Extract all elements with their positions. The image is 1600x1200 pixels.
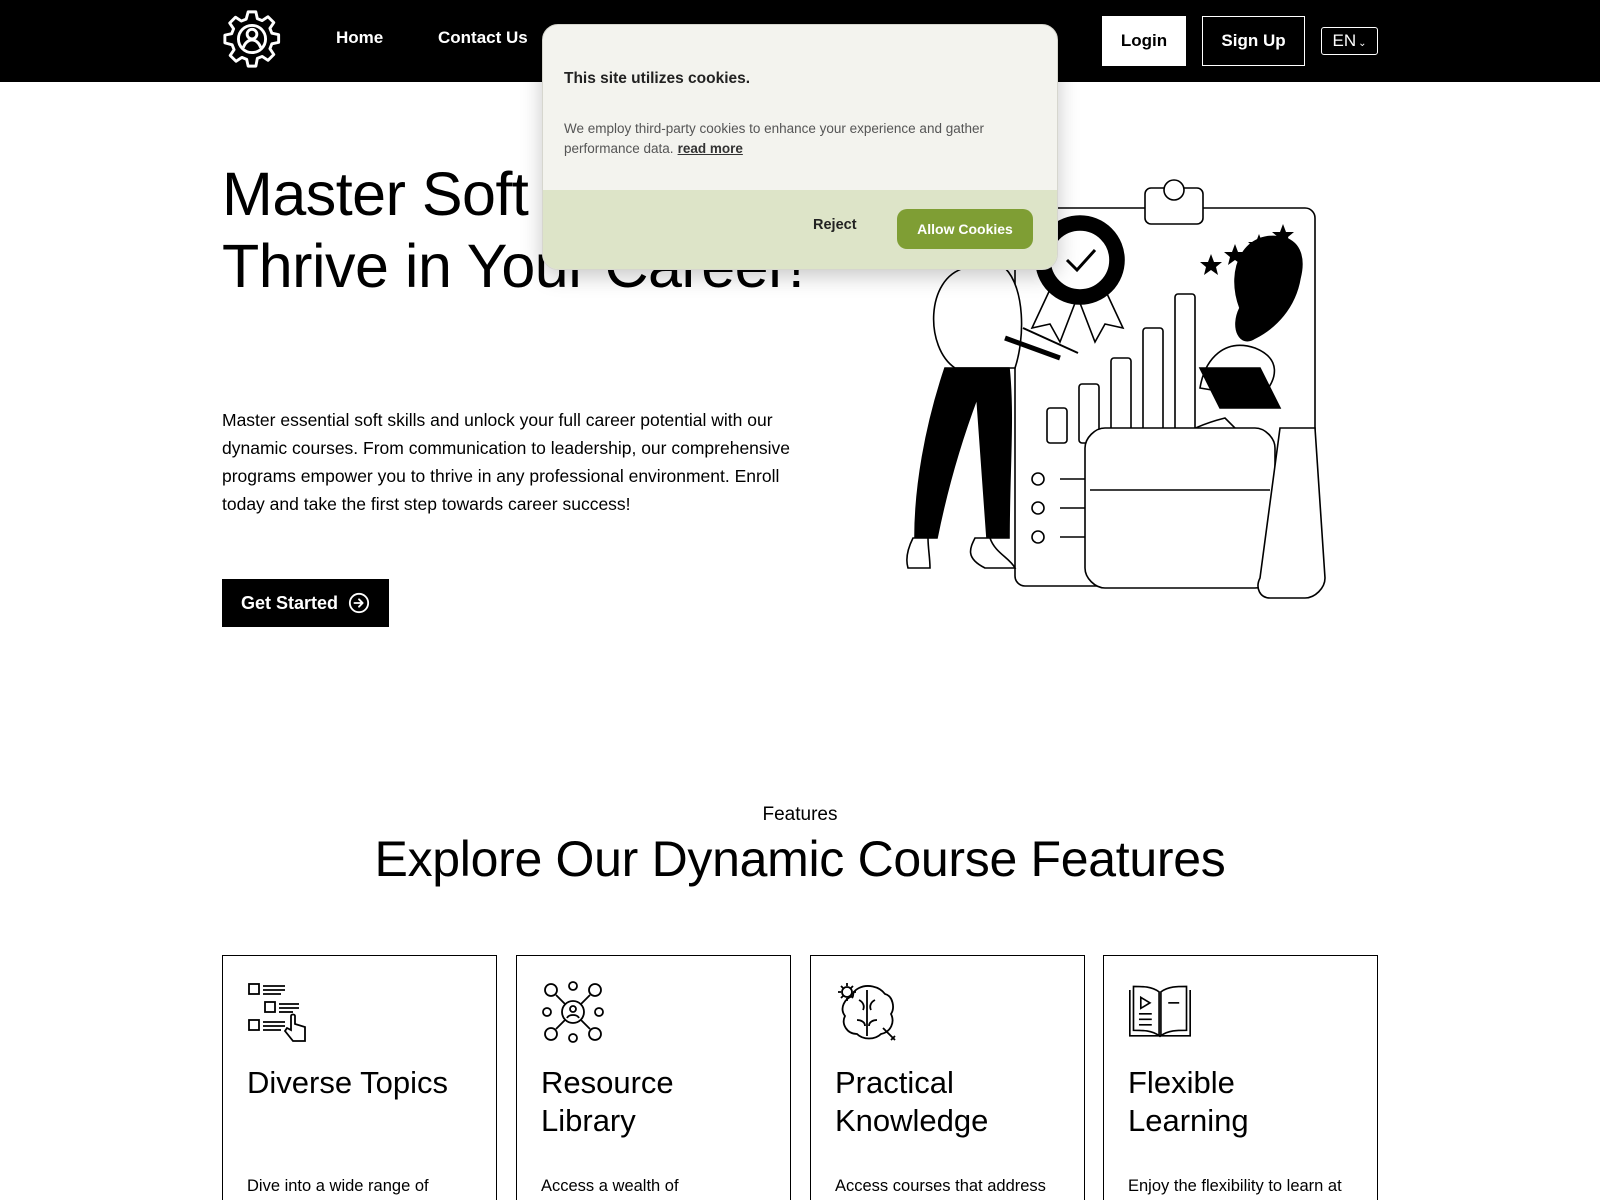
- cookie-title: This site utilizes cookies.: [564, 70, 751, 87]
- signup-button[interactable]: Sign Up: [1202, 16, 1305, 66]
- cookie-consent-dialog: This site utilizes cookies. We employ th…: [542, 24, 1058, 270]
- feature-card-text: Access courses that address current indu…: [835, 1177, 1046, 1195]
- language-select[interactable]: EN ⌄: [1321, 27, 1378, 55]
- feature-card-title: Practical Knowledge: [835, 1065, 989, 1138]
- feature-card-text: Dive into a wide range of topics spannin…: [247, 1177, 429, 1195]
- numbered-list-icon: [248, 983, 306, 1042]
- feature-card-resource-library: Resource Library Access a wealth of supp…: [516, 955, 791, 1200]
- allow-cookies-button[interactable]: Allow Cookies: [897, 209, 1033, 249]
- gear-user-icon[interactable]: [221, 8, 283, 70]
- read-more-link[interactable]: read more: [678, 141, 743, 156]
- feature-card-text: Enjoy the flexibility to learn at your o…: [1128, 1177, 1342, 1195]
- hero-description: Master essential soft skills and unlock …: [222, 410, 791, 514]
- open-book-video-icon: [1129, 985, 1191, 1038]
- network-people-icon: [542, 981, 604, 1043]
- language-value: EN: [1332, 31, 1357, 50]
- feature-card-title: Resource Library: [541, 1065, 674, 1138]
- feature-card-diverse-topics: Diverse Topics Dive into a wide range of…: [222, 955, 497, 1200]
- cookie-message-text: We employ third-party cookies to enhance…: [564, 121, 984, 156]
- login-button[interactable]: Login: [1102, 16, 1186, 66]
- get-started-button[interactable]: Get Started: [222, 579, 389, 627]
- nav-contact-link[interactable]: Contact Us: [438, 28, 528, 48]
- reject-cookies-button[interactable]: Reject: [813, 217, 857, 233]
- features-heading: Explore Our Dynamic Course Features: [374, 831, 1226, 887]
- feature-card-title: Diverse Topics: [247, 1065, 449, 1100]
- features-kicker: Features: [762, 804, 838, 825]
- feature-card-flexible-learning: Flexible Learning Enjoy the flexibility …: [1103, 955, 1378, 1200]
- get-started-label: Get Started: [240, 592, 339, 613]
- feature-card-title: Flexible Learning: [1128, 1065, 1249, 1138]
- cookie-message: We employ third-party cookies to enhance…: [564, 119, 1044, 159]
- cookie-actions: Reject Allow Cookies: [543, 190, 1057, 269]
- brain-gear-icon: [838, 983, 896, 1041]
- feature-card-practical-knowledge: Practical Knowledge Access courses that …: [810, 955, 1085, 1200]
- chevron-down-icon: ⌄: [1358, 37, 1367, 49]
- arrow-right-circle-icon: [348, 592, 370, 614]
- feature-card-text: Access a wealth of supplementary resourc…: [541, 1177, 679, 1195]
- nav-home-link[interactable]: Home: [336, 28, 383, 48]
